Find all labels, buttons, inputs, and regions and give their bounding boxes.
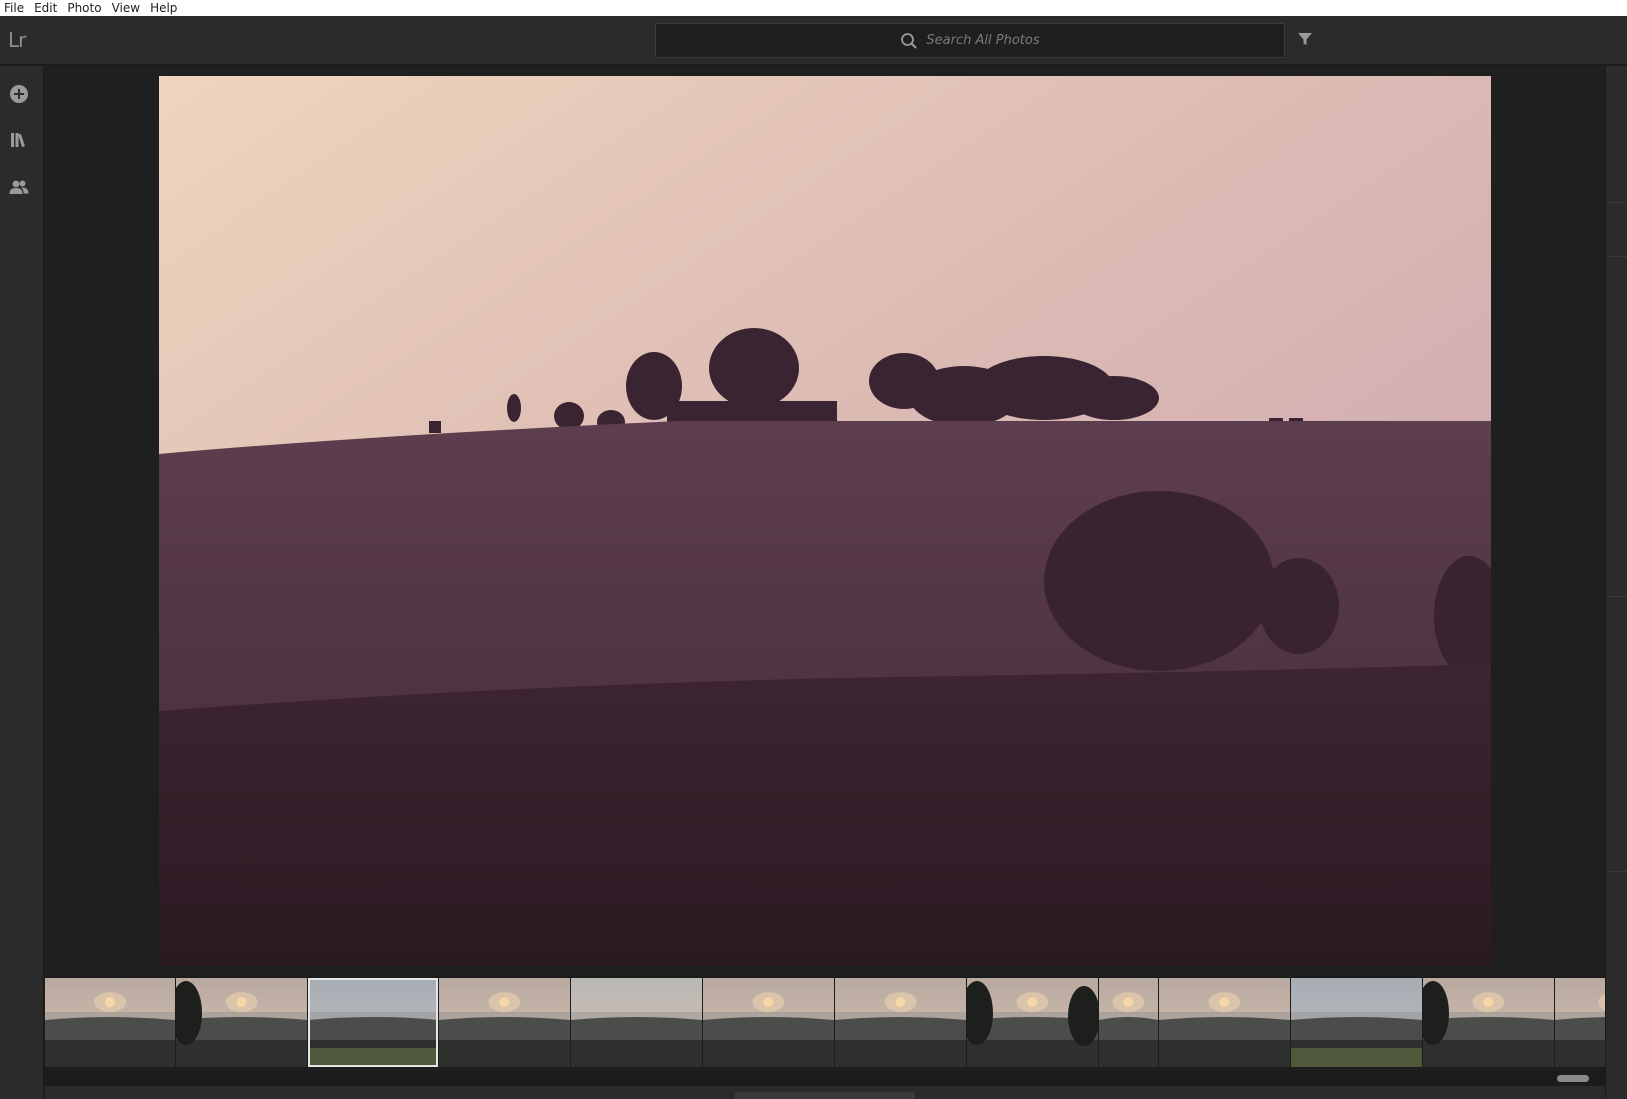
filmstrip-thumbnail[interactable] xyxy=(1291,978,1422,1067)
filmstrip-thumbnail[interactable] xyxy=(1555,978,1605,1067)
menu-view[interactable]: View xyxy=(108,0,146,16)
filmstrip-scrollbar[interactable] xyxy=(45,1071,1605,1085)
search-icon xyxy=(901,32,918,49)
main-photo[interactable] xyxy=(159,76,1491,966)
photo-viewer xyxy=(45,66,1605,972)
filmstrip-thumbnail[interactable] xyxy=(45,978,175,1067)
top-bar: Lr Search All Photos xyxy=(0,16,1627,65)
app-logo: Lr xyxy=(8,28,26,52)
filmstrip xyxy=(45,976,1605,1068)
add-photos-icon[interactable] xyxy=(8,83,30,105)
filmstrip-thumbnail[interactable] xyxy=(1099,978,1158,1067)
filmstrip-thumbnail[interactable] xyxy=(571,978,702,1067)
shared-people-icon[interactable] xyxy=(8,176,30,198)
menu-help[interactable]: Help xyxy=(146,0,183,16)
filmstrip-thumbnail[interactable] xyxy=(1423,978,1554,1067)
library-icon[interactable] xyxy=(8,129,30,151)
search-bar[interactable]: Search All Photos xyxy=(655,23,1285,58)
filmstrip-thumbnail[interactable] xyxy=(967,978,1098,1067)
scrollbar-thumb[interactable] xyxy=(1557,1075,1589,1082)
menu-bar: File Edit Photo View Help xyxy=(0,0,1627,16)
filmstrip-thumbnail[interactable] xyxy=(703,978,834,1067)
menu-file[interactable]: File xyxy=(0,0,30,16)
right-panel-edge xyxy=(1605,66,1627,1099)
menu-edit[interactable]: Edit xyxy=(30,0,63,16)
filmstrip-thumbnail[interactable] xyxy=(439,978,570,1067)
filter-icon[interactable] xyxy=(1296,30,1314,48)
filmstrip-thumbnail[interactable] xyxy=(308,978,438,1067)
menu-photo[interactable]: Photo xyxy=(63,0,107,16)
left-sidebar xyxy=(0,66,44,1099)
panel-handle[interactable] xyxy=(735,1092,915,1099)
bottom-bar xyxy=(45,1086,1605,1099)
search-input[interactable]: Search All Photos xyxy=(926,33,1039,48)
filmstrip-thumbnail[interactable] xyxy=(176,978,307,1067)
filmstrip-thumbnail[interactable] xyxy=(1159,978,1290,1067)
filmstrip-thumbnail[interactable] xyxy=(835,978,966,1067)
